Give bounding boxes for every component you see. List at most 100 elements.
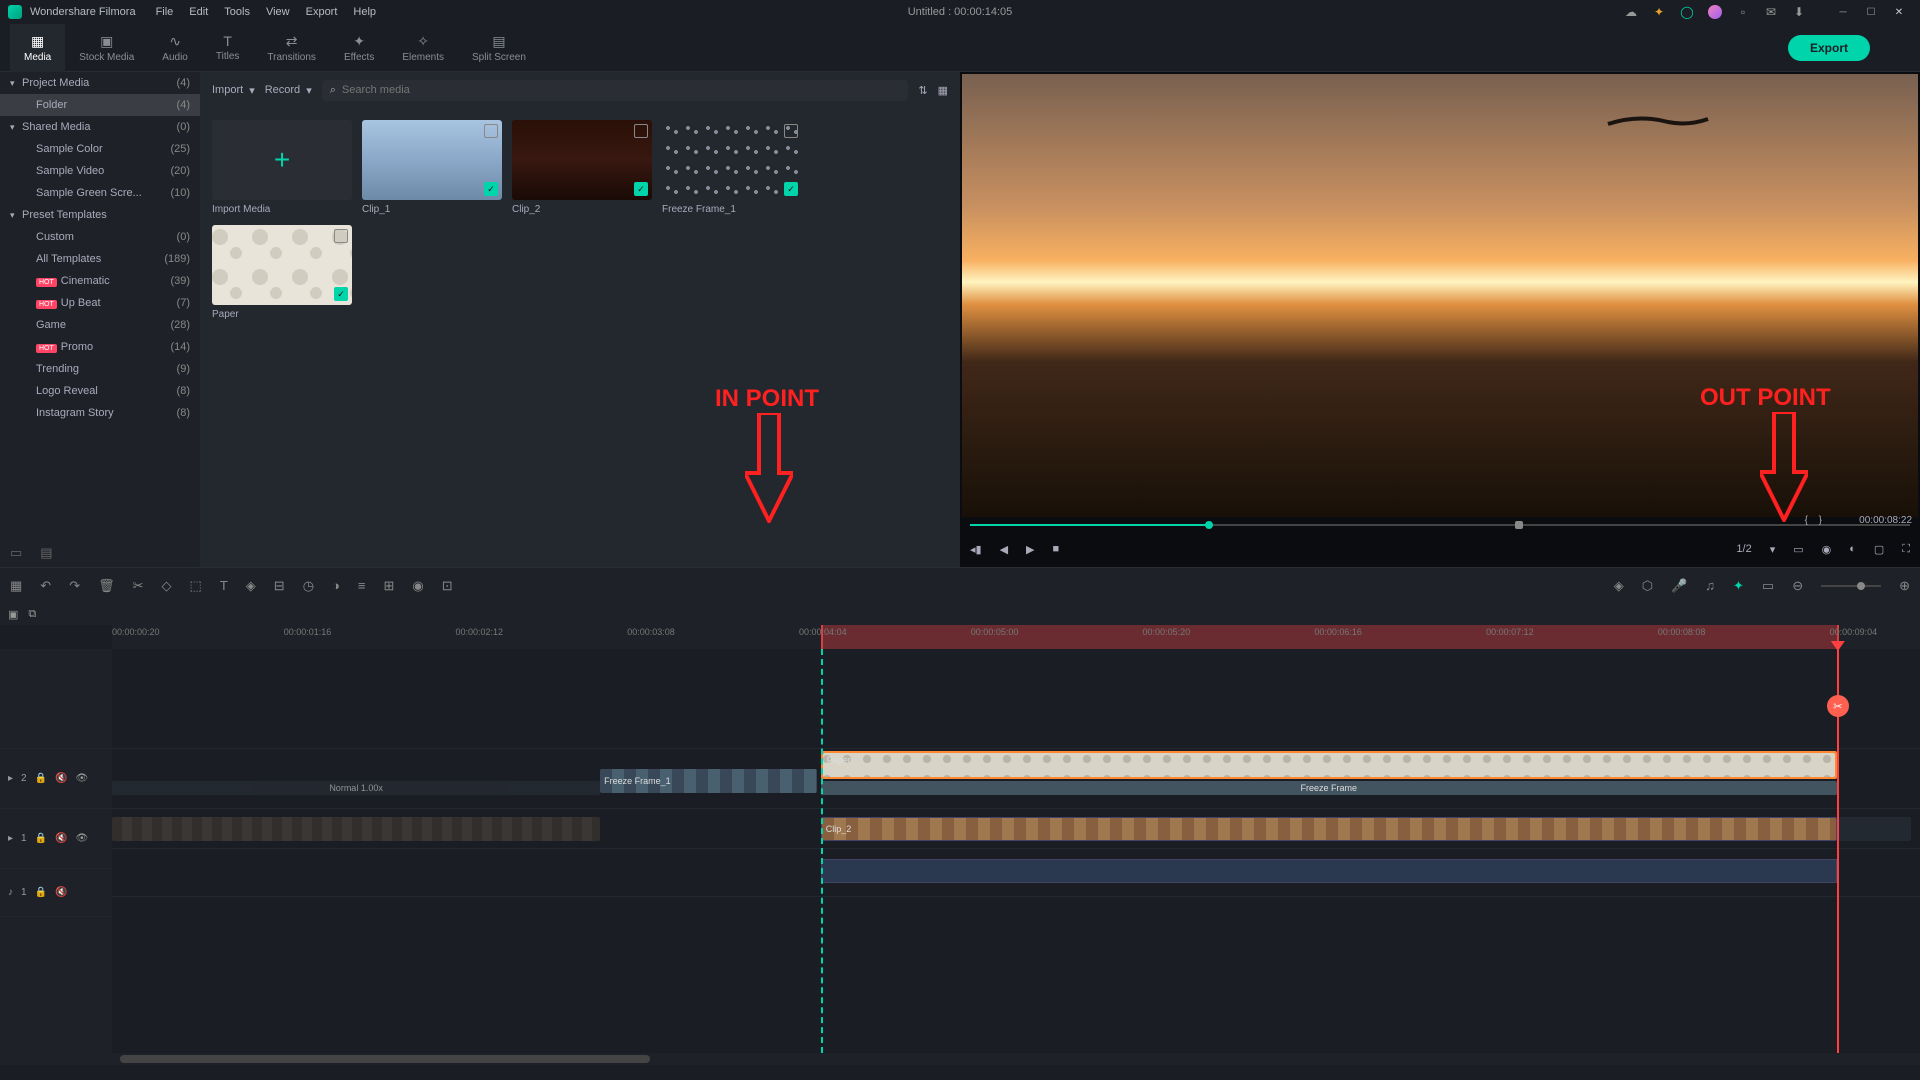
clip-dim-v1[interactable]	[112, 817, 600, 841]
menu-export[interactable]: Export	[306, 6, 338, 18]
tab-media[interactable]: ▦Media	[10, 24, 65, 72]
zoom-slider[interactable]	[1821, 585, 1881, 587]
track-header-v2[interactable]: ▸2 🔒 🔇 👁	[0, 749, 112, 809]
sidebar-item[interactable]: Sample Video(20)	[0, 160, 200, 182]
download-icon[interactable]: ⬇	[1792, 5, 1806, 19]
marker2-icon[interactable]: ⬡	[1642, 578, 1653, 594]
add-track-icon[interactable]: ▣	[8, 608, 18, 621]
menu-edit[interactable]: Edit	[189, 6, 208, 18]
undo-button[interactable]: ↶	[40, 578, 51, 594]
chevron-down-icon[interactable]: ▾	[1770, 543, 1776, 556]
sidebar-item[interactable]: Logo Reveal(8)	[0, 380, 200, 402]
group-icon[interactable]: ⊡	[442, 578, 453, 594]
video-track-1[interactable]: Clip_2	[112, 809, 1920, 849]
sidebar-item[interactable]: HOTCinematic(39)	[0, 270, 200, 292]
zoom-out-button[interactable]: ⊖	[1792, 578, 1803, 594]
stop-button[interactable]: ■	[1053, 543, 1060, 555]
text-icon[interactable]: T	[220, 578, 228, 593]
in-point-marker[interactable]	[821, 649, 823, 1053]
preview-viewport[interactable]	[962, 74, 1918, 517]
sidebar-item[interactable]: ▾Preset Templates	[0, 204, 200, 226]
mute-icon[interactable]: 🔇	[55, 773, 67, 784]
timeline-scrollbar[interactable]	[0, 1053, 1920, 1065]
import-dropdown[interactable]: Import▾	[212, 84, 255, 97]
play-backward-button[interactable]: ◀	[1000, 543, 1008, 556]
delete-button[interactable]: 🗑	[98, 578, 115, 594]
clip-tail[interactable]	[1839, 817, 1911, 841]
magnet-icon[interactable]: ⧉	[28, 608, 36, 621]
color-icon[interactable]: ◑	[332, 578, 340, 593]
eye-icon[interactable]: 👁	[76, 833, 89, 844]
media-item[interactable]: ✓Paper	[212, 225, 352, 320]
tab-stock-media[interactable]: ▣Stock Media	[65, 24, 148, 72]
audio-sync-icon[interactable]: ♫	[1705, 578, 1715, 593]
sidebar-item[interactable]: Trending(9)	[0, 358, 200, 380]
avatar-icon[interactable]	[1708, 5, 1722, 19]
green-icon[interactable]: ✦	[1733, 578, 1744, 594]
adjust-icon[interactable]: ≡	[358, 578, 366, 593]
grid-icon[interactable]: ▦	[10, 578, 22, 594]
cut-button[interactable]: ✂	[133, 578, 144, 594]
mute-icon[interactable]: 🔇	[55, 833, 67, 844]
tab-effects[interactable]: ✦Effects	[330, 24, 388, 72]
video-track-2[interactable]: Paper Freeze Frame Normal 1.00x Freeze F…	[112, 749, 1920, 809]
clock-icon[interactable]: ◷	[303, 578, 314, 594]
record-dropdown[interactable]: Record▾	[265, 84, 312, 97]
menu-view[interactable]: View	[266, 6, 290, 18]
record-vo-icon[interactable]: ◉	[412, 578, 423, 594]
media-item[interactable]: ✓Clip_2	[512, 120, 652, 215]
folder-view-icon[interactable]: ▭	[10, 545, 22, 561]
timeline-ruler[interactable]: 00:00:00:2000:00:01:1600:00:02:1200:00:0…	[112, 625, 1920, 649]
zoom-level[interactable]: 1/2	[1736, 543, 1751, 555]
sidebar-item[interactable]: Instagram Story(8)	[0, 402, 200, 424]
clip-paper[interactable]: Paper	[821, 751, 1837, 779]
mic-icon[interactable]: 🎤	[1671, 578, 1687, 594]
sidebar-item[interactable]: Sample Green Scre...(10)	[0, 182, 200, 204]
filter-icon[interactable]: ⇅	[918, 84, 927, 97]
grid-view-icon[interactable]: ▦	[938, 84, 948, 97]
sidebar-item[interactable]: ▾Shared Media(0)	[0, 116, 200, 138]
tab-transitions[interactable]: ⇄Transitions	[253, 24, 330, 72]
circle-icon[interactable]: ◯	[1680, 5, 1694, 19]
search-input[interactable]	[342, 84, 900, 96]
folder-icon[interactable]: ▢	[1874, 543, 1884, 556]
track-header-a1[interactable]: ♪1 🔒 🔇	[0, 869, 112, 917]
clip-freeze-frame-1[interactable]: Freeze Frame_1	[600, 769, 817, 793]
menu-help[interactable]: Help	[353, 6, 376, 18]
sidebar-item[interactable]: Game(28)	[0, 314, 200, 336]
keyframe-icon[interactable]: ◈	[246, 578, 256, 594]
mixer-icon[interactable]: ◈	[1614, 578, 1624, 594]
speed-icon[interactable]: ⊟	[274, 578, 285, 594]
list-view-icon[interactable]: ▤	[40, 545, 52, 561]
audio-track-1[interactable]	[112, 849, 1920, 897]
close-button[interactable]: ✕	[1886, 3, 1912, 21]
clip-clip2[interactable]: Clip_2	[821, 817, 1837, 841]
tab-titles[interactable]: TTitles	[202, 24, 254, 72]
detach-icon[interactable]: ⊞	[383, 578, 394, 594]
eye-icon[interactable]: 👁	[76, 773, 89, 784]
sidebar-item[interactable]: Folder(4)	[0, 94, 200, 116]
export-button[interactable]: Export	[1788, 35, 1870, 61]
clip-freeze-frame-label[interactable]: Freeze Frame	[821, 781, 1837, 795]
menu-tools[interactable]: Tools	[224, 6, 250, 18]
scrub-bar[interactable]	[970, 521, 1910, 529]
sidebar-item[interactable]: ▾Project Media(4)	[0, 72, 200, 94]
track-header-v1[interactable]: ▸1 🔒 🔇 👁	[0, 809, 112, 869]
maximize-button[interactable]: ☐	[1858, 3, 1884, 21]
scissors-handle[interactable]: ✂	[1827, 695, 1849, 717]
crop-icon[interactable]: ⬚	[190, 578, 202, 594]
sparkle-icon[interactable]: ✦	[1652, 5, 1666, 19]
snapshot-icon[interactable]: ◉	[1822, 543, 1832, 556]
zoom-in-button[interactable]: ⊕	[1899, 578, 1910, 594]
minimize-button[interactable]: ─	[1830, 3, 1856, 21]
sidebar-item[interactable]: All Templates(189)	[0, 248, 200, 270]
menu-file[interactable]: File	[156, 6, 174, 18]
sidebar-item[interactable]: HOTUp Beat(7)	[0, 292, 200, 314]
fullscreen-icon[interactable]: ⛶	[1902, 543, 1910, 556]
lock-icon[interactable]: 🔒	[35, 833, 47, 844]
tab-elements[interactable]: ✧Elements	[388, 24, 458, 72]
cloud-icon[interactable]: ☁	[1624, 5, 1638, 19]
mark-in-bracket[interactable]: {	[1805, 515, 1808, 526]
tab-audio[interactable]: ∿Audio	[148, 24, 202, 72]
media-item[interactable]: +Import Media	[212, 120, 352, 215]
